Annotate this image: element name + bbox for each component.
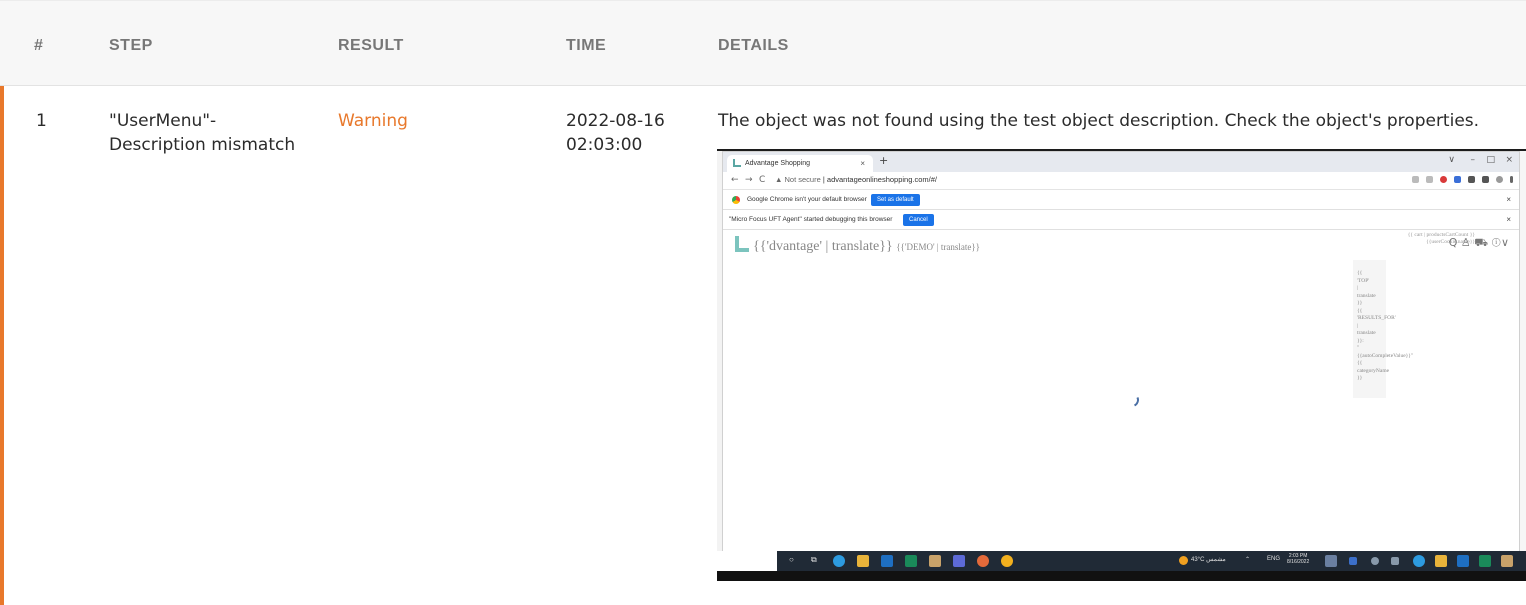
- not-secure-label: ▲ Not secure: [775, 175, 821, 184]
- language-indicator: ENG: [1267, 556, 1281, 562]
- tab-close-icon: ×: [860, 159, 865, 168]
- share-icon: [1412, 176, 1419, 183]
- advantage-app-icon: [905, 555, 917, 567]
- window-minimize-icon: –: [1470, 155, 1476, 165]
- profile-icon: [1496, 176, 1503, 183]
- extension-red-icon: [1440, 176, 1447, 183]
- weather-sun-icon: [1179, 556, 1188, 565]
- browser-window: Advantage Shopping × + ∨ – □ × ← → C ▲ N…: [722, 151, 1520, 552]
- weather-text: 43°C مشمس: [1191, 557, 1226, 563]
- network-app-icon: [929, 555, 941, 567]
- advantage-logo-icon: [735, 236, 749, 252]
- new-tab-icon: +: [879, 154, 889, 167]
- edge-icon-2: [1413, 555, 1425, 567]
- chrome-taskbar-icon: [1001, 555, 1013, 567]
- logo-demo-text: {{'DEMO' | translate}}: [896, 242, 980, 252]
- infobar-debug-text: "Micro Focus UFT Agent" started debuggin…: [729, 216, 893, 223]
- logo-main-text: {{'dvantage' | translate}}: [753, 239, 893, 254]
- infobar-default-text: Google Chrome isn't your default browser: [747, 196, 867, 203]
- cancel-debug-button: Cancel: [903, 214, 934, 226]
- sidepanel-icon: [1482, 176, 1489, 183]
- back-icon: ←: [731, 175, 739, 185]
- header-step: STEP: [109, 37, 153, 54]
- browser-tab-title: Advantage Shopping: [745, 160, 810, 167]
- address-bar: ← → C ▲ Not secure | advantageonlineshop…: [723, 172, 1519, 190]
- menu-icon: [1510, 176, 1513, 183]
- site-favicon-icon: [733, 159, 741, 167]
- windows-start-icon: [1349, 557, 1357, 565]
- taskbar-clock: 2:03 PM 8/16/2022: [1287, 553, 1309, 565]
- notification-icon: [1325, 555, 1337, 567]
- star-icon: [1426, 176, 1433, 183]
- header-number: #: [34, 37, 44, 54]
- step-name-line2: Description mismatch: [109, 135, 296, 155]
- step-name-line1: "UserMenu"-: [109, 111, 217, 131]
- result-status: Warning: [338, 111, 408, 131]
- explorer-icon-2: [1435, 555, 1447, 567]
- taskbar-taskview-icon: [1391, 557, 1399, 565]
- extension-icons: [1412, 176, 1513, 183]
- window-maximize-icon: □: [1486, 155, 1495, 165]
- step-screenshot[interactable]: Advantage Shopping × + ∨ – □ × ← → C ▲ N…: [717, 149, 1526, 581]
- window-close-icon: ×: [1505, 155, 1513, 165]
- table-row[interactable]: 1 "UserMenu"- Description mismatch Warni…: [0, 86, 1526, 605]
- file-explorer-icon: [857, 555, 869, 567]
- clock-date: 8/16/2022: [1287, 559, 1310, 565]
- windows-taskbar: ○ ⧉ 43°C مشمس ⌃ ENG 2:03 PM 8/16/2022: [777, 551, 1526, 571]
- reload-icon: C: [759, 175, 766, 185]
- site-header-icons: Q ♙ ⛟ ⓘ∨: [1448, 236, 1509, 249]
- network-app-icon-2: [1501, 555, 1513, 567]
- advantage-app-icon-2: [1479, 555, 1491, 567]
- browser-tab-bar: Advantage Shopping × + ∨ – □ ×: [723, 152, 1519, 172]
- step-name: "UserMenu"- Description mismatch: [109, 109, 295, 157]
- warning-row-marker: [0, 86, 4, 605]
- step-clock: 02:03:00: [566, 135, 643, 155]
- url-value: advantageonlineshopping.com/#/: [826, 175, 937, 184]
- infobar-close-icon: ×: [1506, 215, 1511, 224]
- taskbar-left-gap: [717, 551, 777, 571]
- row-number: 1: [36, 111, 47, 131]
- header-time: TIME: [566, 37, 607, 54]
- extension-blue-icon: [1454, 176, 1461, 183]
- infobar-close-icon: ×: [1506, 195, 1511, 204]
- tray-chevron-icon: ⌃: [1245, 557, 1251, 563]
- search-results-dropdown: {{ 'TOP' | translate }} {{ 'RESULTS_FOR'…: [1353, 260, 1413, 398]
- task-view-icon: ⧉: [811, 555, 817, 564]
- web-page: {{'dvantage' | translate}} {{'DEMO' | tr…: [723, 230, 1519, 552]
- step-date: 2022-08-16: [566, 111, 665, 131]
- outlook-icon-2: [1457, 555, 1469, 567]
- search-circle-icon: ○: [789, 555, 794, 564]
- header-result: RESULT: [338, 37, 404, 54]
- table-header: # STEP RESULT TIME DETAILS: [0, 0, 1526, 86]
- debugging-infobar: "Micro Focus UFT Agent" started debuggin…: [723, 210, 1519, 230]
- chrome-icon: [732, 196, 740, 204]
- default-browser-infobar: Google Chrome isn't your default browser…: [723, 190, 1519, 210]
- site-logo-text: {{'dvantage' | translate}} {{'DEMO' | tr…: [753, 239, 980, 255]
- url-text: ▲ Not secure | advantageonlineshopping.c…: [775, 175, 937, 184]
- loading-spinner-icon: [1123, 391, 1141, 409]
- browser-tab: Advantage Shopping ×: [727, 155, 873, 172]
- puzzle-icon: [1468, 176, 1475, 183]
- screenshot-bottom-bar: [717, 571, 1526, 581]
- details-text: The object was not found using the test …: [718, 111, 1480, 131]
- app-orange-icon: [977, 555, 989, 567]
- teams-icon: [953, 555, 965, 567]
- outlook-icon: [881, 555, 893, 567]
- set-default-button: Set as default: [871, 194, 920, 206]
- taskbar-search-icon: [1371, 557, 1379, 565]
- edge-icon: [833, 555, 845, 567]
- step-time: 2022-08-16 02:03:00: [566, 109, 665, 157]
- window-chevron-icon: ∨: [1448, 155, 1455, 165]
- forward-icon: →: [745, 175, 753, 185]
- header-details: DETAILS: [718, 37, 789, 54]
